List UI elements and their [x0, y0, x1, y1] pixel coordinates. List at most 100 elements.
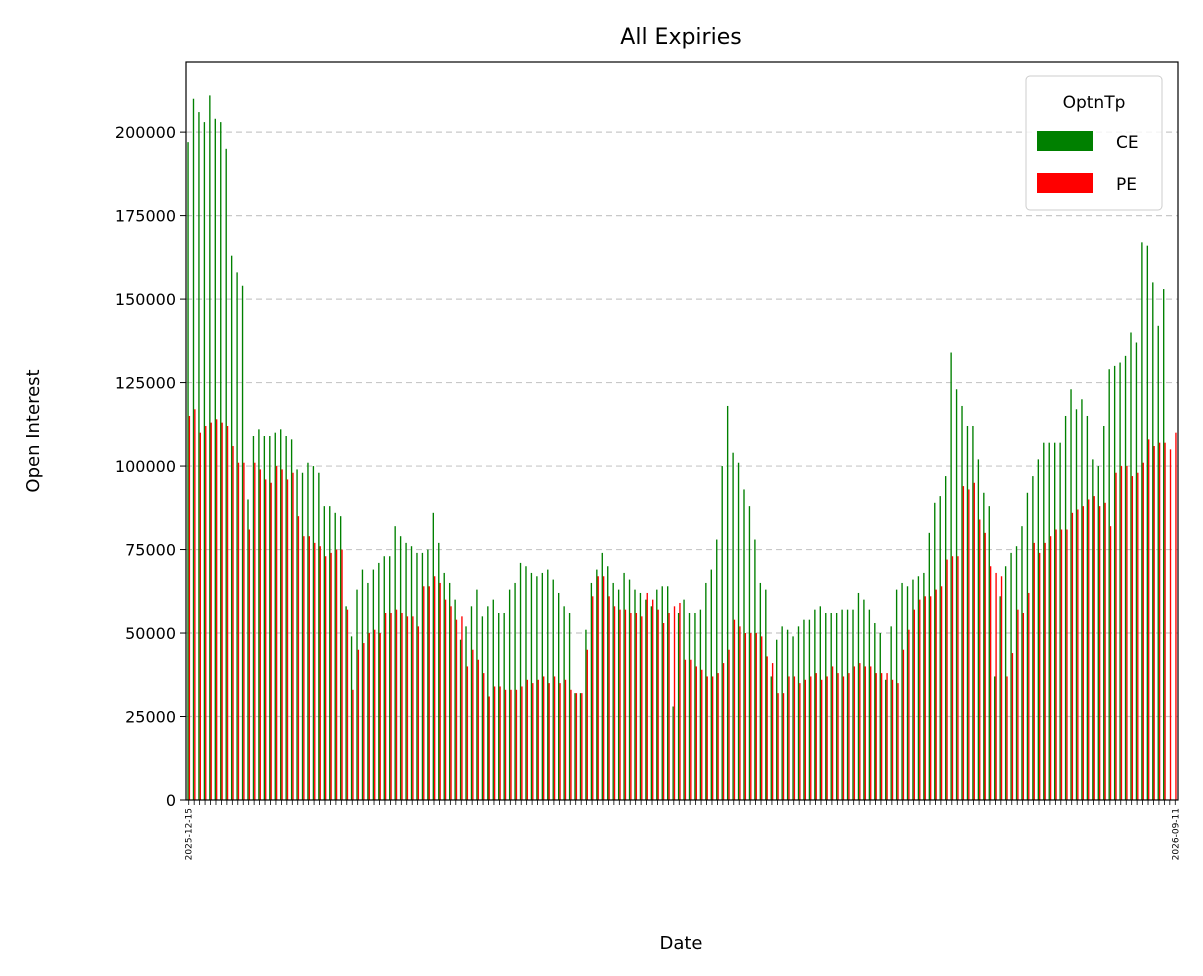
bar-pe: [483, 673, 485, 800]
bar-pe: [1060, 529, 1063, 800]
bar-pe: [1093, 496, 1095, 800]
bar-pe: [891, 679, 894, 800]
y-tick-label: 125000: [115, 374, 176, 393]
bar-ce: [525, 566, 527, 800]
bar-pe: [733, 619, 736, 800]
bar-pe: [215, 419, 218, 800]
bar-pe: [1148, 439, 1150, 800]
bar-pe: [526, 679, 529, 800]
bar-pe: [477, 659, 479, 800]
x-tick-label: 2025-12-15: [185, 808, 195, 860]
chart-title: All Expiries: [620, 25, 741, 50]
bar-pe: [515, 689, 518, 800]
bar-pe: [281, 469, 283, 800]
bar-ce: [394, 526, 396, 800]
bar-ce: [1081, 399, 1083, 800]
bar-ce: [879, 633, 881, 800]
bar-ce: [323, 506, 325, 800]
bar-pe: [728, 649, 730, 800]
bar-ce: [454, 599, 456, 800]
bar-pe: [537, 679, 539, 800]
bar-pe: [444, 599, 447, 800]
bar-pe: [701, 669, 703, 800]
bar-pe: [875, 673, 877, 800]
bar-pe: [668, 612, 670, 800]
bar-ce: [988, 506, 990, 800]
bar-pe: [984, 532, 986, 800]
bar-ce: [383, 556, 385, 800]
bar-ce: [187, 142, 189, 801]
bar-ce: [672, 706, 674, 800]
x-axis: 2025-12-15 2026-09-11: [185, 800, 1181, 860]
bar-pe: [1142, 462, 1144, 800]
bar-pe: [853, 666, 856, 800]
bar-pe: [761, 636, 763, 800]
bar-pe: [1022, 612, 1025, 800]
bar-pe: [935, 589, 937, 800]
bar-pe: [275, 466, 278, 800]
y-axis: 0 25000 50000 75000 100000 125000 150000 175000…: [115, 123, 186, 810]
bar-pe: [199, 432, 201, 800]
bar-ce: [230, 255, 233, 801]
bar-pe: [363, 643, 365, 800]
bar-ce: [1064, 415, 1067, 800]
bar-ce: [269, 436, 271, 800]
bar-ce: [318, 472, 320, 800]
y-tick-label: 0: [166, 791, 176, 810]
bar-pe: [673, 606, 676, 800]
bar-pe: [417, 626, 420, 800]
bar-ce: [1097, 466, 1099, 800]
bar-pe: [1153, 446, 1155, 800]
bar-ce: [1032, 476, 1034, 800]
bar-ce: [754, 539, 756, 800]
bar-pe: [1131, 476, 1134, 800]
bar-pe: [886, 673, 888, 800]
bar-pe: [303, 536, 305, 800]
bar-pe: [1088, 499, 1090, 800]
bar-pe: [412, 616, 414, 800]
bar-ce: [977, 459, 980, 800]
bar-pe: [1137, 472, 1139, 800]
bar-pe: [717, 673, 719, 800]
bar-pe: [946, 559, 948, 800]
bar-ce: [634, 589, 636, 800]
bar-chart: All Expiries 0 25000 50000 75000 100000 12500…: [23, 25, 1181, 954]
bar-ce: [552, 579, 554, 800]
bar-ce: [944, 476, 947, 800]
bar-ce: [329, 506, 331, 800]
bar-pe: [597, 576, 599, 800]
bar-ce: [966, 425, 969, 800]
bar-ce: [1037, 459, 1040, 800]
bar-pe: [951, 556, 954, 800]
bar-ce: [917, 576, 920, 800]
bar-pe: [1082, 506, 1084, 800]
bar-ce: [759, 582, 762, 800]
bar-ce: [192, 98, 195, 800]
bar-pe: [842, 676, 845, 800]
bar-ce: [737, 462, 740, 800]
x-tick-label: 2026-09-11: [1171, 808, 1181, 860]
bar-pe: [499, 686, 501, 800]
bar-pe: [575, 693, 578, 800]
bar-pe: [521, 686, 523, 800]
bar-pe: [864, 666, 866, 800]
bar-ce: [934, 502, 936, 800]
bar-pe: [1164, 442, 1166, 800]
bar-ce: [1026, 492, 1029, 800]
bar-ce: [1152, 282, 1154, 800]
bar-pe: [324, 556, 327, 800]
bar-ce: [1135, 342, 1138, 800]
bar-pe: [406, 616, 409, 800]
bar-pe: [831, 666, 834, 800]
bar-ce: [994, 676, 996, 800]
bar-ce: [868, 609, 871, 800]
bar-ce: [350, 636, 353, 800]
bar-ce: [476, 589, 478, 800]
bar-ce: [590, 582, 593, 800]
bar-pe: [265, 479, 267, 800]
bar-pe: [690, 659, 692, 800]
bar-ce: [563, 606, 565, 800]
bar-ce: [356, 589, 358, 800]
bar-ce: [312, 466, 315, 800]
bar-ce: [808, 619, 811, 800]
